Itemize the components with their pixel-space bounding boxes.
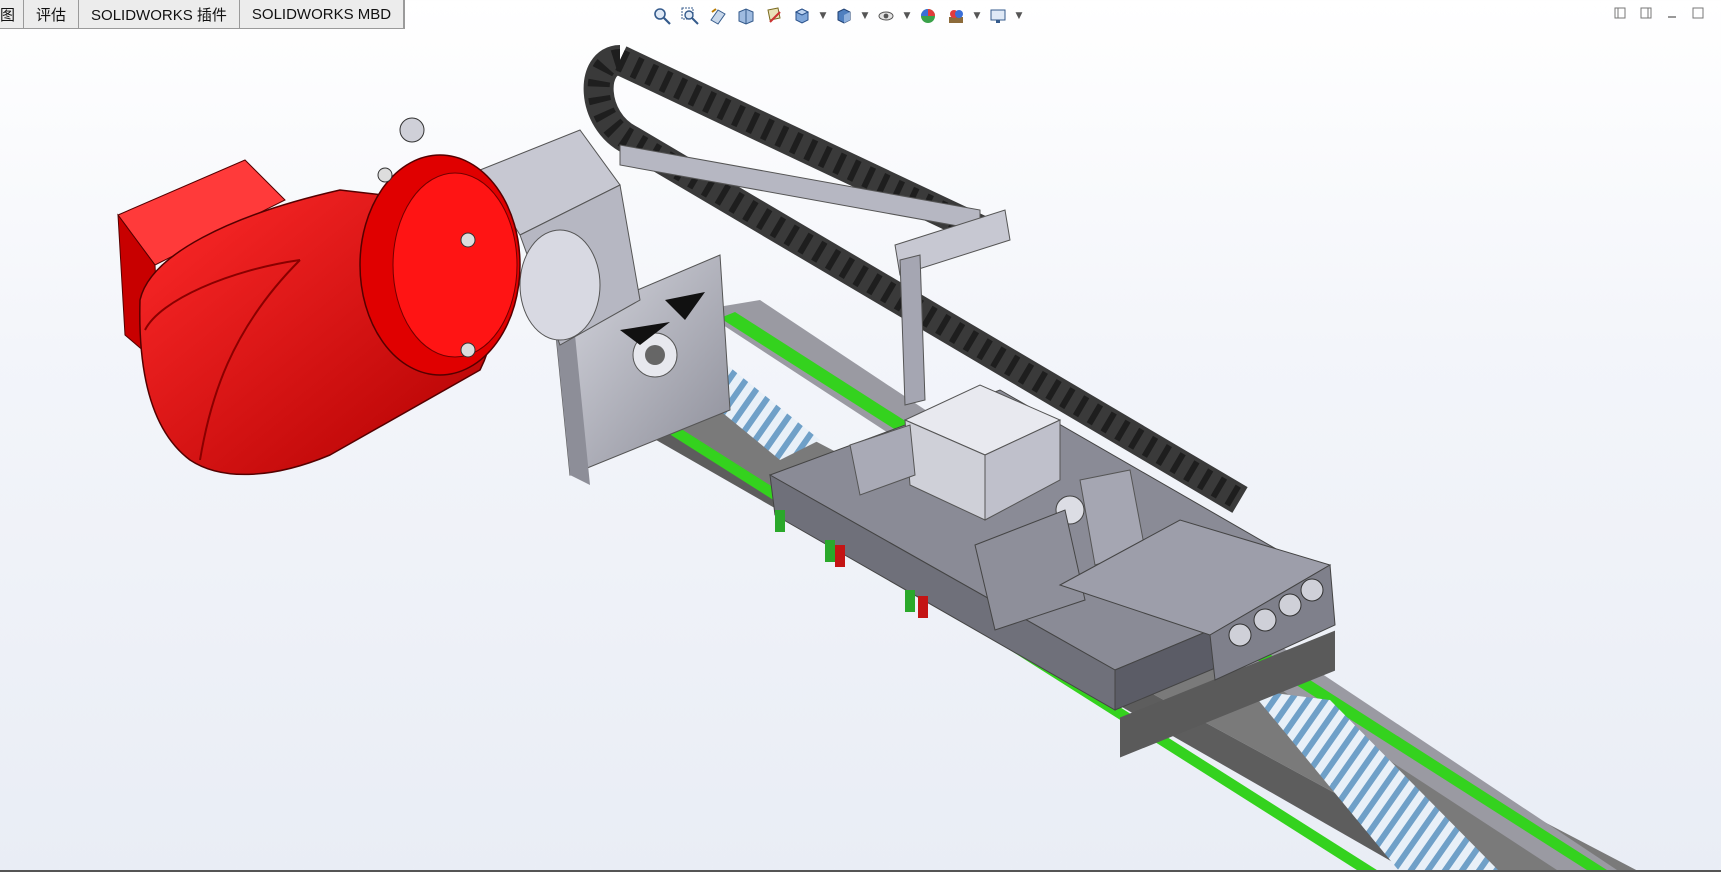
- apply-scene-icon[interactable]: [944, 4, 968, 28]
- command-manager-tabs: 图 评估 SOLIDWORKS 插件 SOLIDWORKS MBD: [0, 0, 406, 29]
- chevron-down-icon[interactable]: ▼: [860, 11, 870, 21]
- tab-evaluate[interactable]: 评估: [24, 0, 80, 28]
- chevron-down-icon[interactable]: ▼: [1014, 11, 1024, 21]
- view-orientation-icon[interactable]: [790, 4, 814, 28]
- model-viewport[interactable]: [0, 0, 1721, 872]
- heads-up-view-toolbar: ▼ ▼ ▼ ▼ ▼: [650, 4, 1024, 28]
- tab-solidworks-addins[interactable]: SOLIDWORKS 插件: [79, 0, 240, 28]
- chevron-down-icon[interactable]: ▼: [902, 11, 912, 21]
- view-settings-icon[interactable]: [986, 4, 1010, 28]
- previous-view-icon[interactable]: [706, 4, 730, 28]
- hide-show-items-icon[interactable]: [874, 4, 898, 28]
- display-style-icon[interactable]: [832, 4, 856, 28]
- servo-motor: [117, 117, 521, 476]
- dynamic-annotation-views-icon[interactable]: [762, 4, 786, 28]
- edit-appearance-icon[interactable]: [916, 4, 940, 28]
- chevron-down-icon[interactable]: ▼: [972, 11, 982, 21]
- close-icon[interactable]: [1691, 6, 1705, 20]
- chevron-down-icon[interactable]: ▼: [818, 11, 828, 21]
- tab-solidworks-mbd[interactable]: SOLIDWORKS MBD: [240, 0, 405, 28]
- tab-view[interactable]: 图: [0, 0, 25, 28]
- collapse-left-icon[interactable]: [1613, 6, 1627, 20]
- collapse-right-icon[interactable]: [1639, 6, 1653, 20]
- window-controls: [1613, 6, 1705, 20]
- section-view-icon[interactable]: [734, 4, 758, 28]
- assembly-3d-model[interactable]: [0, 0, 1721, 872]
- minimize-icon[interactable]: [1665, 6, 1679, 20]
- zoom-to-fit-icon[interactable]: [650, 4, 674, 28]
- zoom-to-area-icon[interactable]: [678, 4, 702, 28]
